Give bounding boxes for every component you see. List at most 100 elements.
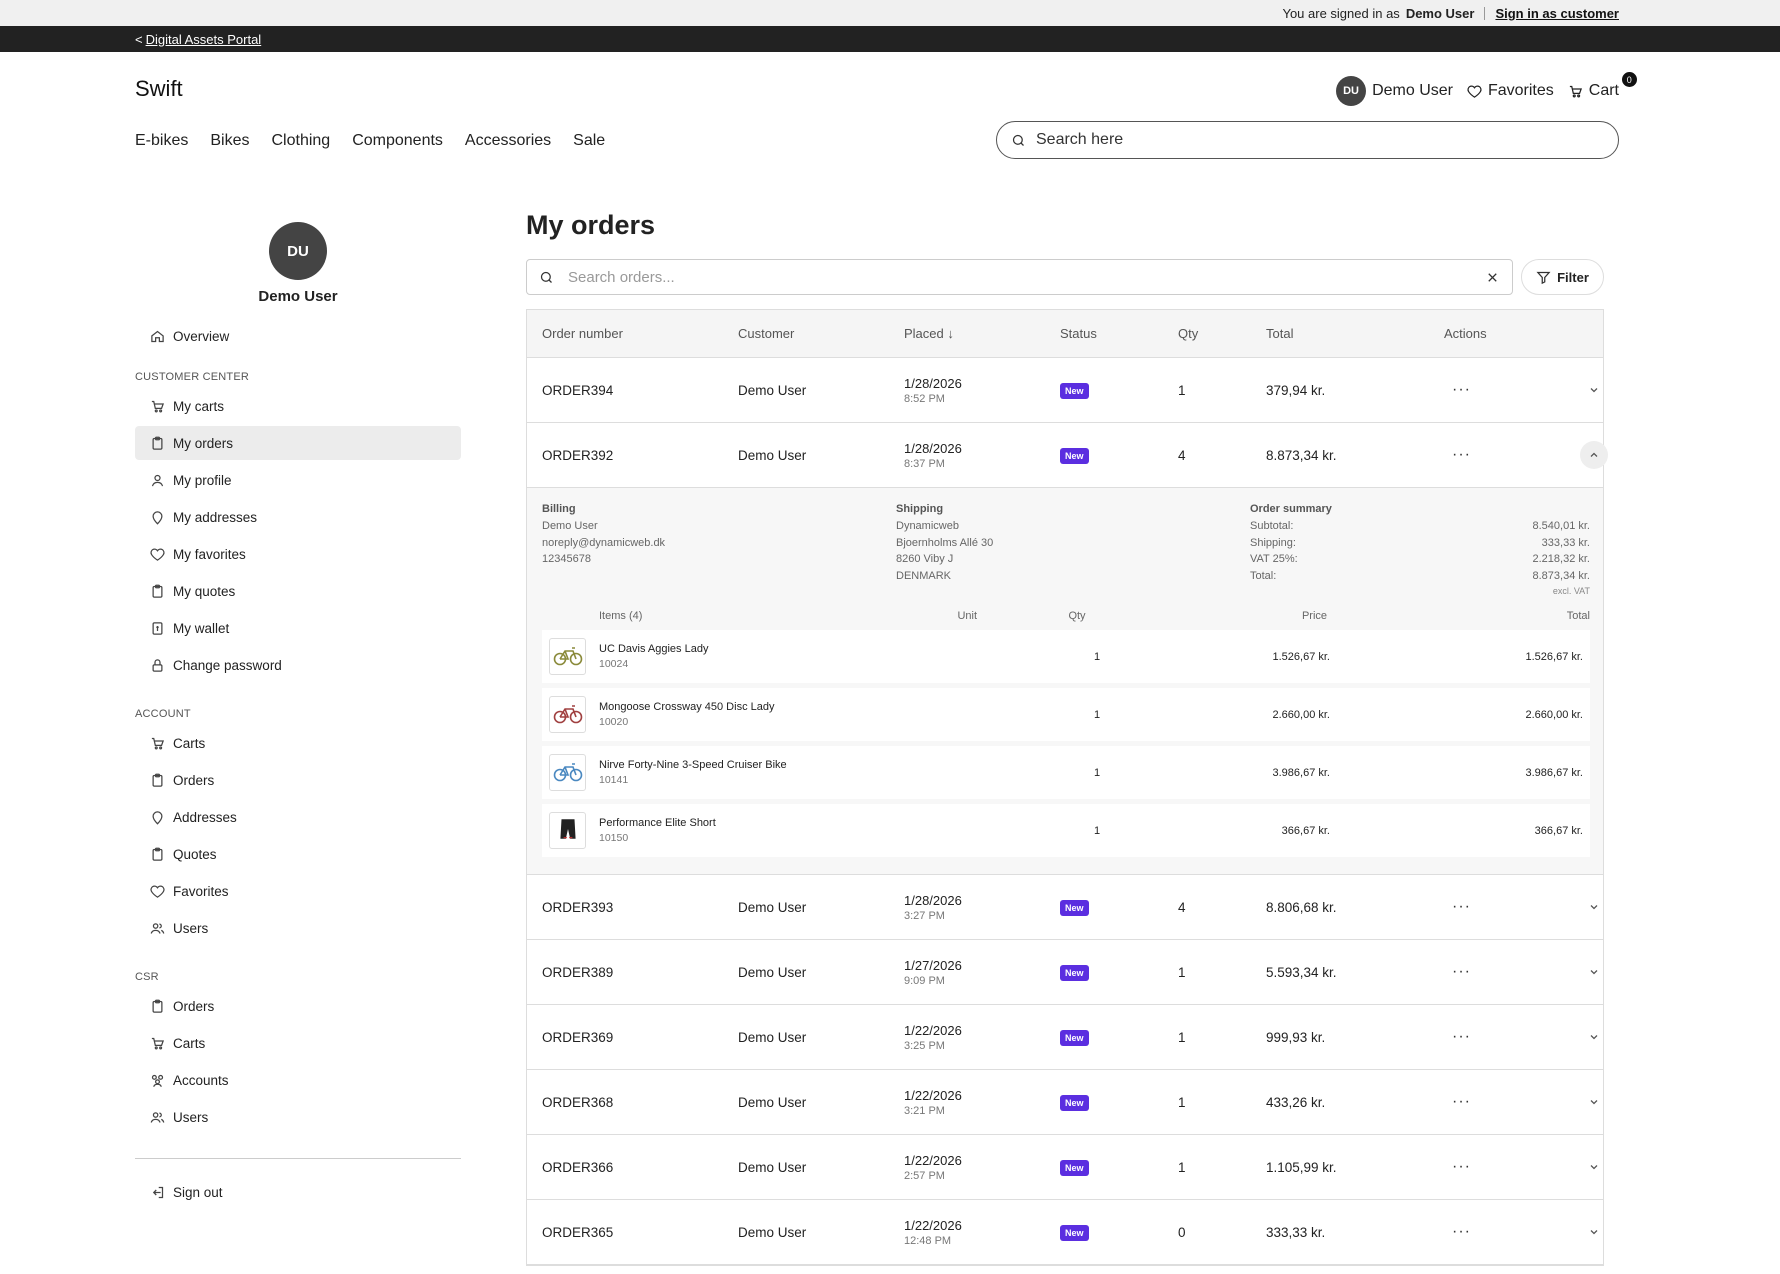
favorites-link[interactable]: Favorites: [1467, 82, 1554, 100]
user-menu[interactable]: DU Demo User: [1336, 76, 1453, 106]
column-order-number[interactable]: Order number: [542, 326, 738, 341]
order-date: 1/27/2026: [904, 957, 962, 973]
column-status[interactable]: Status: [1060, 326, 1178, 341]
sidebar-item-my-profile[interactable]: My profile: [135, 463, 461, 497]
orders-rows-after: ORDER393 Demo User 1/28/2026 3:27 PM New 4 8.8…: [527, 875, 1603, 1265]
shipping-street: Bjoernholms Allé 30: [896, 536, 994, 549]
nav-components[interactable]: Components: [352, 132, 443, 150]
sidebar-item-users[interactable]: Users: [135, 1100, 461, 1134]
table-row[interactable]: ORDER393 Demo User 1/28/2026 3:27 PM New 4 8.8…: [527, 875, 1603, 940]
nav-clothing[interactable]: Clothing: [271, 132, 330, 150]
sidebar-item-quotes[interactable]: Quotes: [135, 837, 461, 871]
chevron-down-icon[interactable]: [1580, 1023, 1608, 1051]
item-name[interactable]: Nirve Forty-Nine 3-Speed Cruiser Bike: [599, 759, 799, 771]
sidebar-item-my-wallet[interactable]: My wallet: [135, 611, 461, 645]
order-number[interactable]: ORDER369: [542, 1030, 738, 1045]
order-number[interactable]: ORDER392: [542, 448, 738, 463]
sidebar-item-carts[interactable]: Carts: [135, 726, 461, 760]
table-row[interactable]: ORDER368 Demo User 1/22/2026 3:21 PM New 1 433…: [527, 1070, 1603, 1135]
more-actions-icon[interactable]: ···: [1452, 1028, 1471, 1046]
order-placed: 1/22/2026 3:25 PM: [904, 1023, 1060, 1052]
sidebar-item-overview[interactable]: Overview: [135, 319, 461, 353]
more-actions-icon[interactable]: ···: [1452, 963, 1471, 981]
product-thumbnail[interactable]: [549, 638, 586, 675]
table-row[interactable]: ORDER392 Demo User 1/28/2026 8:37 PM New 4 8.8…: [527, 423, 1608, 488]
nav-bikes[interactable]: Bikes: [210, 132, 249, 150]
sidebar-item-accounts[interactable]: Accounts: [135, 1063, 461, 1097]
more-actions-icon[interactable]: ···: [1452, 1158, 1471, 1176]
product-thumbnail[interactable]: [549, 812, 586, 849]
chevron-down-icon[interactable]: [1580, 1153, 1608, 1181]
heart-icon: [150, 884, 165, 899]
column-placed[interactable]: Placed ↓: [904, 326, 1060, 341]
account-list: Carts Orders Addresses Quotes Favorites Users: [135, 726, 461, 945]
order-time: 12:48 PM: [904, 1234, 952, 1247]
chevron-up-icon[interactable]: [1580, 441, 1608, 469]
customer-center-heading: CUSTOMER CENTER: [135, 371, 250, 383]
chevron-down-icon[interactable]: [1580, 958, 1608, 986]
order-actions: ···: [1444, 893, 1620, 921]
order-time: 8:52 PM: [904, 392, 945, 405]
table-row[interactable]: ORDER366 Demo User 1/22/2026 2:57 PM New 1 1.1…: [527, 1135, 1603, 1200]
order-number[interactable]: ORDER366: [542, 1160, 738, 1175]
order-search-input[interactable]: Search orders...: [526, 259, 1513, 295]
order-actions: ···: [1444, 441, 1620, 469]
column-total[interactable]: Total: [1266, 326, 1444, 341]
summary-total: Total: 8.873,34 kr.: [1250, 568, 1590, 585]
site-search-input[interactable]: Search here: [996, 121, 1619, 159]
more-actions-icon[interactable]: ···: [1452, 1223, 1471, 1241]
sidebar-item-favorites[interactable]: Favorites: [135, 874, 461, 908]
nav-accessories[interactable]: Accessories: [465, 132, 551, 150]
chevron-down-icon[interactable]: [1580, 1088, 1608, 1116]
order-total: 379,94 kr.: [1266, 382, 1326, 398]
product-thumbnail[interactable]: [549, 754, 586, 791]
more-actions-icon[interactable]: ···: [1452, 446, 1471, 464]
sidebar-item-change-password[interactable]: Change password: [135, 648, 461, 682]
more-actions-icon[interactable]: ···: [1452, 381, 1471, 399]
table-row[interactable]: ORDER389 Demo User 1/27/2026 9:09 PM New 1 5.5…: [527, 940, 1603, 1005]
more-actions-icon[interactable]: ···: [1452, 1093, 1471, 1111]
item-name[interactable]: Performance Elite Short: [599, 817, 799, 829]
order-number[interactable]: ORDER365: [542, 1225, 738, 1240]
sidebar-item-carts[interactable]: Carts: [135, 1026, 461, 1060]
sidebar-item-my-quotes[interactable]: My quotes: [135, 574, 461, 608]
item-name[interactable]: Mongoose Crossway 450 Disc Lady: [599, 701, 799, 713]
table-row[interactable]: ORDER394 Demo User 1/28/2026 8:52 PM New 1 379…: [527, 358, 1603, 423]
sidebar-item-addresses[interactable]: Addresses: [135, 800, 461, 834]
status-badge: New: [1060, 1094, 1089, 1111]
sidebar-item-my-favorites[interactable]: My favorites: [135, 537, 461, 571]
pin-icon: [150, 510, 165, 525]
item-total: 3.986,67 kr.: [1525, 766, 1584, 779]
nav-sale[interactable]: Sale: [573, 132, 605, 150]
order-number[interactable]: ORDER368: [542, 1095, 738, 1110]
sidebar-item-orders[interactable]: Orders: [135, 763, 461, 797]
sidebar-item-orders[interactable]: Orders: [135, 989, 461, 1023]
sidebar-item-my-orders[interactable]: My orders: [135, 426, 461, 460]
clear-icon[interactable]: [1485, 270, 1500, 285]
table-row[interactable]: ORDER365 Demo User 1/22/2026 12:48 PM New 0 33…: [527, 1200, 1603, 1265]
digital-assets-portal-link[interactable]: Digital Assets Portal: [146, 32, 262, 47]
filter-button[interactable]: Filter: [1521, 259, 1604, 295]
price-heading: Price: [1301, 610, 1327, 622]
item-name[interactable]: UC Davis Aggies Lady: [599, 643, 799, 655]
chevron-down-icon[interactable]: [1580, 376, 1608, 404]
column-customer[interactable]: Customer: [738, 326, 904, 341]
sidebar-item-users[interactable]: Users: [135, 911, 461, 945]
order-number[interactable]: ORDER389: [542, 965, 738, 980]
cart-link[interactable]: Cart 0: [1568, 72, 1637, 100]
sign-out-button[interactable]: Sign out: [135, 1175, 461, 1209]
product-thumbnail[interactable]: [549, 696, 586, 733]
logo[interactable]: Swift: [135, 76, 183, 102]
cart-icon: [1568, 84, 1583, 99]
order-number[interactable]: ORDER394: [542, 383, 738, 398]
sidebar-item-my-carts[interactable]: My carts: [135, 389, 461, 423]
sign-in-as-customer-link[interactable]: Sign in as customer: [1495, 6, 1619, 21]
sidebar-item-my-addresses[interactable]: My addresses: [135, 500, 461, 534]
nav-ebikes[interactable]: E-bikes: [135, 132, 188, 150]
chevron-down-icon[interactable]: [1580, 893, 1608, 921]
table-row[interactable]: ORDER369 Demo User 1/22/2026 3:25 PM New 1 999…: [527, 1005, 1603, 1070]
chevron-down-icon[interactable]: [1580, 1218, 1608, 1246]
column-qty[interactable]: Qty: [1178, 326, 1266, 341]
more-actions-icon[interactable]: ···: [1452, 898, 1471, 916]
order-number[interactable]: ORDER393: [542, 900, 738, 915]
